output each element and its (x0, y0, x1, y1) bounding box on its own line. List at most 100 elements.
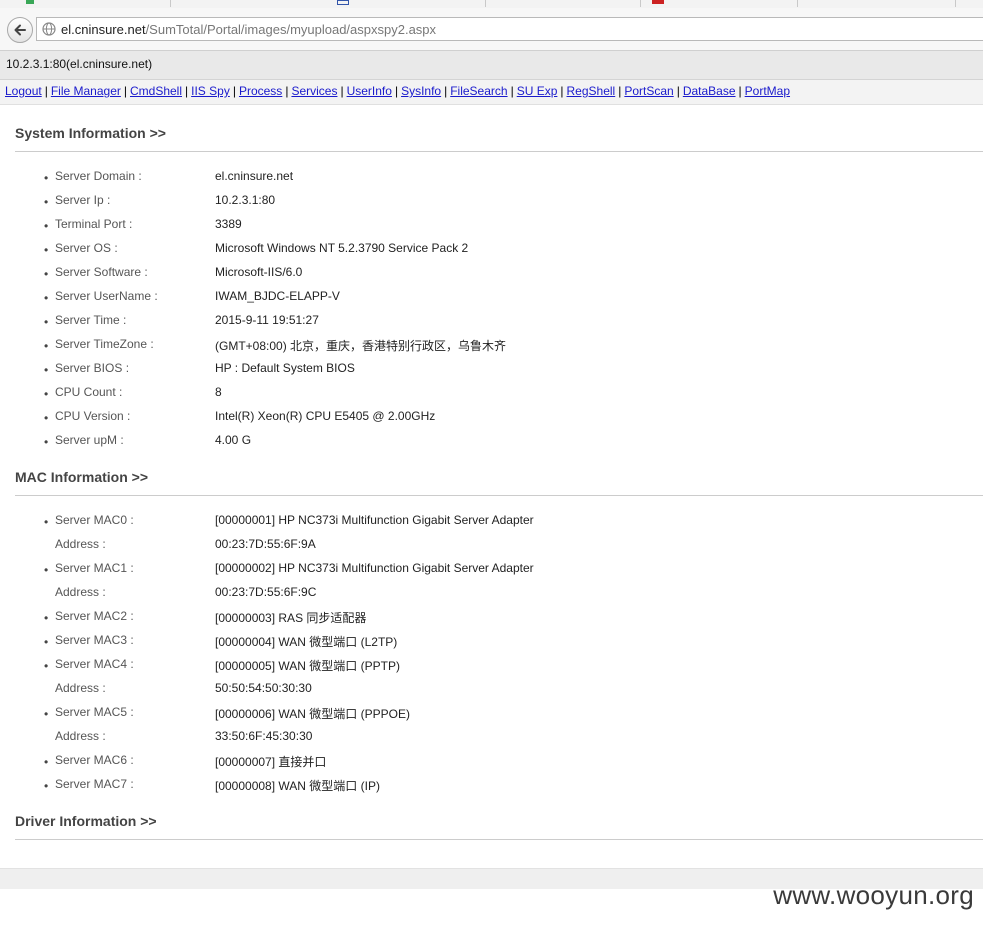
nav-link-sysinfo[interactable]: SysInfo (401, 84, 441, 98)
nav-link-su-exp[interactable]: SU Exp (517, 84, 558, 98)
info-label: Server TimeZone : (55, 337, 154, 351)
back-button[interactable] (7, 17, 33, 43)
info-value: (GMT+08:00) 北京，重庆，香港特别行政区，乌鲁木齐 (215, 339, 507, 353)
info-label: Server Domain : (55, 169, 142, 183)
info-row: Address : 00:23:7D:55:6F:9C (0, 585, 983, 609)
info-label: CPU Count : (55, 385, 123, 399)
info-value: 10.2.3.1:80 (215, 193, 276, 207)
bullet-icon: • (44, 563, 49, 577)
info-value: 8 (215, 385, 222, 399)
info-value: [00000003] RAS 同步适配器 (215, 611, 367, 625)
info-row: • Server BIOS : HP : Default System BIOS (0, 361, 983, 385)
nav-link-services[interactable]: Services (291, 84, 337, 98)
info-label: Server MAC1 : (55, 561, 134, 575)
nav-link-logout[interactable]: Logout (5, 84, 42, 98)
nav-separator: | (232, 84, 236, 98)
info-value: 33:50:6F:45:30:30 (215, 729, 313, 743)
info-row: • Server MAC7 : [00000008] WAN 微型端口 (IP) (0, 777, 983, 801)
bullet-icon: • (44, 315, 49, 329)
info-value: 4.00 G (215, 433, 252, 447)
mac-info-heading[interactable]: MAC Information >> (15, 469, 148, 485)
info-row: • Server MAC3 : [00000004] WAN 微型端口 (L2TP) (0, 633, 983, 657)
bullet-icon: • (44, 635, 49, 649)
info-value: Microsoft Windows NT 5.2.3790 Service Pa… (215, 241, 469, 255)
info-label: Server MAC6 : (55, 753, 134, 767)
bullet-icon: • (44, 611, 49, 625)
bullet-icon: • (44, 659, 49, 673)
nav-link-portscan[interactable]: PortScan (624, 84, 673, 98)
tool-nav: Logout | File Manager | CmdShell | IIS Spy | Pro… (0, 80, 983, 105)
section-divider (15, 839, 983, 840)
info-value: [00000006] WAN 微型端口 (PPPOE) (215, 707, 410, 721)
system-info-heading[interactable]: System Information >> (15, 125, 166, 141)
info-label: Server upM : (55, 433, 124, 447)
bullet-icon: • (44, 219, 49, 233)
info-label: Address : (55, 537, 106, 551)
info-label: Server UserName : (55, 289, 158, 303)
tab-favicon (337, 0, 349, 5)
url-host: el.cninsure.net (61, 21, 146, 37)
info-value: [00000008] WAN 微型端口 (IP) (215, 779, 380, 793)
info-row: • Server Ip : 10.2.3.1:80 (0, 193, 983, 217)
nav-link-process[interactable]: Process (239, 84, 282, 98)
nav-link-iis-spy[interactable]: IIS Spy (191, 84, 230, 98)
nav-separator: | (738, 84, 742, 98)
info-row: • Server UserName : IWAM_BJDC-ELAPP-V (0, 289, 983, 313)
nav-link-file-manager[interactable]: File Manager (51, 84, 121, 98)
info-row: • Server MAC2 : [00000003] RAS 同步适配器 (0, 609, 983, 633)
bullet-icon: • (44, 171, 49, 185)
nav-separator: | (123, 84, 127, 98)
bullet-icon: • (44, 195, 49, 209)
info-label: Server MAC5 : (55, 705, 134, 719)
section-divider (15, 151, 983, 152)
bullet-icon: • (44, 363, 49, 377)
info-row: • Server MAC4 : [00000005] WAN 微型端口 (PPTP) (0, 657, 983, 681)
info-value: HP : Default System BIOS (215, 361, 355, 375)
tab-divider (955, 0, 956, 7)
info-label: Address : (55, 729, 106, 743)
nav-link-filesearch[interactable]: FileSearch (450, 84, 507, 98)
tab-favicon (652, 0, 664, 4)
bullet-icon: • (44, 779, 49, 793)
nav-link-database[interactable]: DataBase (683, 84, 736, 98)
nav-link-cmdshell[interactable]: CmdShell (130, 84, 182, 98)
bullet-icon: • (44, 243, 49, 257)
info-row: • Server upM : 4.00 G (0, 433, 983, 457)
info-label: Terminal Port : (55, 217, 133, 231)
nav-separator: | (676, 84, 680, 98)
driver-info-heading[interactable]: Driver Information >> (15, 813, 157, 829)
info-row: • Server Software : Microsoft-IIS/6.0 (0, 265, 983, 289)
nav-link-regshell[interactable]: RegShell (567, 84, 616, 98)
info-row: • Server TimeZone : (GMT+08:00) 北京，重庆，香港特别… (0, 337, 983, 361)
info-value: IWAM_BJDC-ELAPP-V (215, 289, 340, 303)
url-path: /SumTotal/Portal/images/myupload/aspxspy… (145, 21, 437, 37)
url-input[interactable]: el.cninsure.net/SumTotal/Portal/images/m… (36, 17, 983, 41)
info-value: [00000002] HP NC373i Multifunction Gigab… (215, 561, 534, 575)
hostname-bar: 10.2.3.1:80(el.cninsure.net) (0, 51, 983, 80)
nav-separator: | (185, 84, 189, 98)
bullet-icon: • (44, 411, 49, 425)
info-label: CPU Version : (55, 409, 131, 423)
info-value: [00000007] 直接并口 (215, 755, 327, 769)
tab-divider (485, 0, 486, 7)
globe-icon (42, 22, 56, 36)
info-row: • Server MAC1 : [00000002] HP NC373i Multi… (0, 561, 983, 585)
nav-separator: | (340, 84, 344, 98)
info-label: Server MAC7 : (55, 777, 134, 791)
tab-divider (797, 0, 798, 7)
info-label: Server MAC4 : (55, 657, 134, 671)
info-label: Server MAC3 : (55, 633, 134, 647)
bullet-icon: • (44, 515, 49, 529)
nav-link-userinfo[interactable]: UserInfo (347, 84, 392, 98)
info-value: 00:23:7D:55:6F:9A (215, 537, 316, 551)
tab-favicon (26, 0, 34, 4)
tab-divider (640, 0, 641, 7)
bullet-icon: • (44, 339, 49, 353)
info-row: • Server Time : 2015-9-11 19:51:27 (0, 313, 983, 337)
info-label: Address : (55, 585, 106, 599)
nav-link-portmap[interactable]: PortMap (745, 84, 790, 98)
nav-links: Logout | File Manager | CmdShell | IIS Spy | Pro… (5, 84, 790, 98)
url-text: el.cninsure.net/SumTotal/Portal/images/m… (61, 22, 436, 37)
info-label: Server MAC0 : (55, 513, 134, 527)
info-value: [00000001] HP NC373i Multifunction Gigab… (215, 513, 534, 527)
